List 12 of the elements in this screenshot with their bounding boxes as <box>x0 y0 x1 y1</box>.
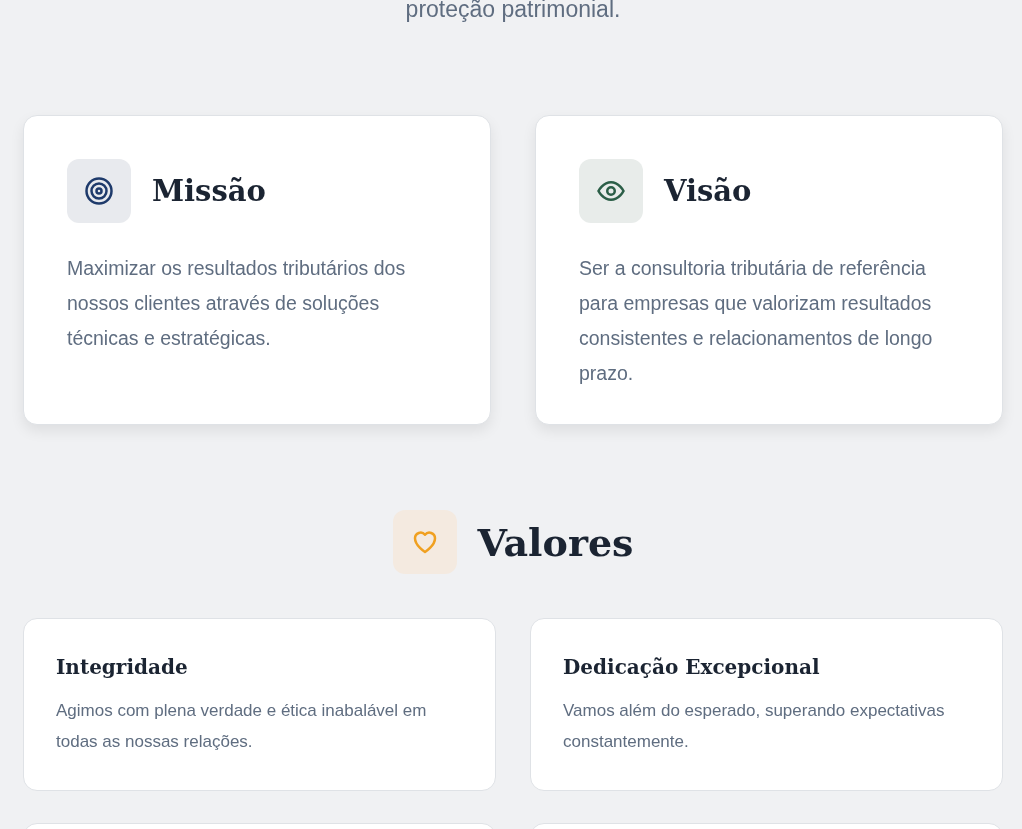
card-title: Missão <box>152 174 266 208</box>
value-title: Integridade <box>56 655 189 679</box>
card-text: Ser a consultoria tributária de referência para empresas que valorizam resultados consistentes e relacionamentos de longo prazo. <box>579 256 934 386</box>
section-title: Valores <box>477 519 634 565</box>
value-title: Dedicação Excepcional <box>563 655 821 679</box>
intro-text: proteção patrimonial. <box>404 0 622 24</box>
target-icon <box>67 159 131 223</box>
value-text: Agimos com plena verdade e ética inabalável em todas as nossas relações. <box>56 700 428 753</box>
value-text: Vamos além do esperado, superando expectativas constantemente. <box>563 700 946 753</box>
card-text: Maximizar os resultados tributários dos nossos clientes através de soluções técnicas e estratégicas. <box>67 256 407 351</box>
card-title: Visão <box>664 174 752 208</box>
eye-icon <box>579 159 643 223</box>
